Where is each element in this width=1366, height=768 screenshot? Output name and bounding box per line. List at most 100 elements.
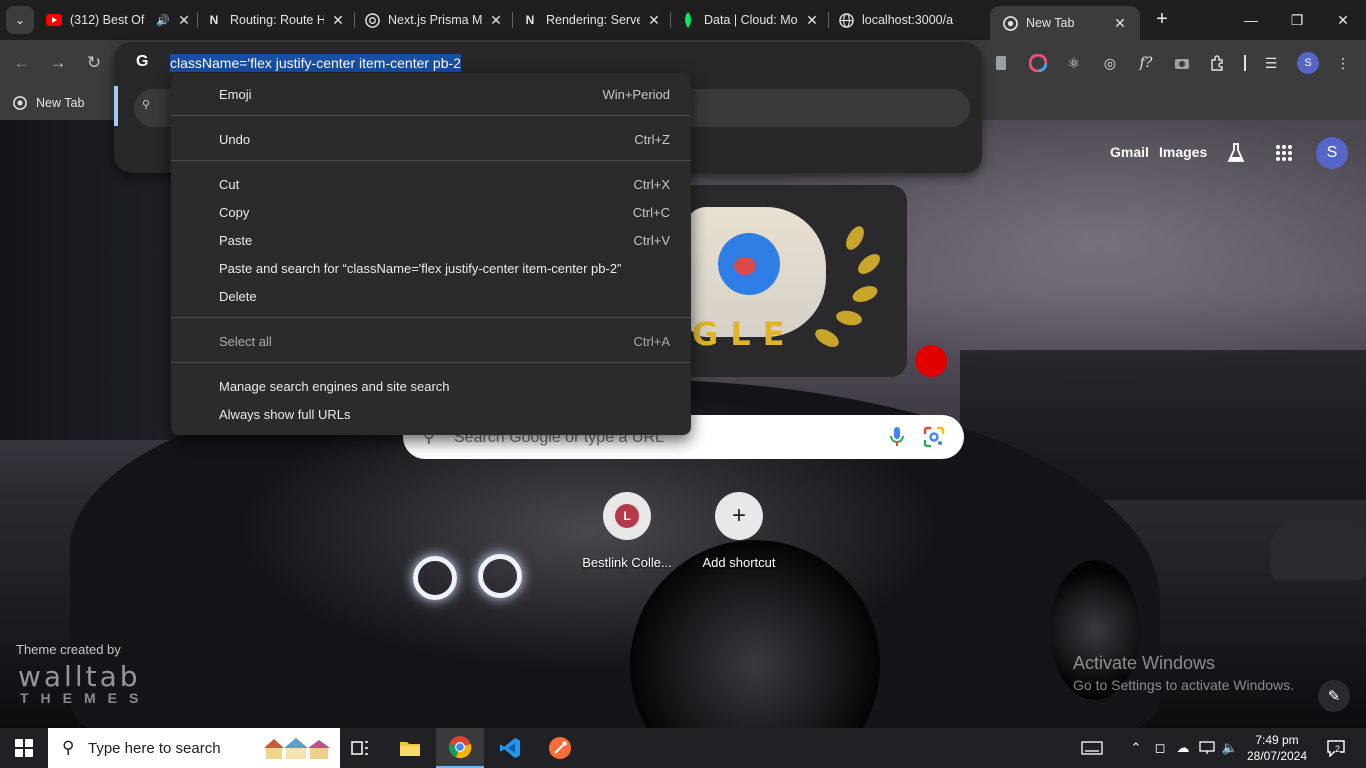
- youtube-icon: [46, 12, 62, 28]
- chrome-icon: [12, 95, 28, 111]
- tab-divider: [670, 12, 671, 28]
- extensions-puzzle-icon[interactable]: [1207, 52, 1229, 74]
- restore-button[interactable]: ❐: [1274, 0, 1320, 40]
- gmail-link[interactable]: Gmail: [1110, 144, 1149, 160]
- volume-icon[interactable]: 🔈: [1220, 738, 1240, 758]
- menu-item-label: Paste: [219, 233, 253, 248]
- menu-item-select-all[interactable]: Select all Ctrl+A: [171, 327, 691, 355]
- globe-icon: [838, 12, 854, 28]
- postman-app[interactable]: [536, 728, 584, 768]
- menu-item-delete[interactable]: Delete: [171, 282, 691, 310]
- shortcut-bestlink[interactable]: L Bestlink Colle...: [571, 492, 683, 570]
- minimize-button[interactable]: —: [1228, 0, 1274, 40]
- meet-now-icon[interactable]: ◻: [1150, 738, 1170, 758]
- add-shortcut-button[interactable]: + Add shortcut: [683, 492, 795, 570]
- menu-item-manage-search-engines[interactable]: Manage search engines and site search: [171, 372, 691, 400]
- chrome-app[interactable]: [436, 728, 484, 768]
- close-tab-icon[interactable]: ✕: [330, 12, 346, 29]
- labs-flask-icon[interactable]: [1220, 137, 1252, 169]
- menu-item-label: Undo: [219, 132, 251, 147]
- media-control-icon[interactable]: ☰: [1260, 52, 1282, 74]
- close-window-button[interactable]: ✕: [1320, 0, 1366, 40]
- menu-item-emoji[interactable]: Emoji Win+Period: [171, 80, 691, 108]
- profile-avatar[interactable]: S: [1297, 52, 1319, 74]
- network-icon[interactable]: [1197, 738, 1217, 758]
- menu-divider: [171, 317, 691, 318]
- leaf: [812, 325, 842, 351]
- audio-icon[interactable]: 🔊: [156, 14, 170, 27]
- tab-routing[interactable]: N Routing: Route H ✕: [206, 6, 346, 34]
- color-picker-extension-icon[interactable]: [1027, 52, 1049, 74]
- target-extension-icon[interactable]: ◎: [1099, 52, 1121, 74]
- menu-item-label: Cut: [219, 177, 240, 192]
- bookmark-new-tab[interactable]: New Tab: [12, 92, 84, 114]
- notifications-button[interactable]: 2: [1322, 738, 1350, 758]
- task-view-button[interactable]: [336, 728, 384, 768]
- theme-logo-sub: THEMES: [20, 690, 151, 706]
- microphone-icon[interactable]: [887, 426, 907, 448]
- vscode-app[interactable]: [486, 728, 534, 768]
- tab-divider: [828, 12, 829, 28]
- menu-item-label: Paste and search for “className='flex ju…: [219, 261, 622, 276]
- menu-item-copy[interactable]: Copy Ctrl+C: [171, 198, 691, 226]
- chevron-down-icon: ⌄: [14, 13, 26, 27]
- close-tab-icon[interactable]: ✕: [804, 12, 820, 29]
- profile-letter: S: [1304, 57, 1312, 69]
- account-avatar[interactable]: S: [1316, 137, 1348, 169]
- windows-logo-icon: [15, 739, 33, 757]
- car-headlight: [413, 556, 457, 600]
- tab-search-button[interactable]: ⌄: [6, 6, 34, 34]
- shortcut-favicon: L: [615, 504, 639, 528]
- tab-strip: ⌄ (312) Best Of 🔊 ✕ N Routing: Route H ✕…: [0, 0, 1366, 40]
- tab-mongodb[interactable]: Data | Cloud: Mo ✕: [680, 6, 820, 34]
- tab-new-tab[interactable]: New Tab ✕: [990, 6, 1140, 40]
- red-dot: [915, 345, 947, 377]
- close-tab-icon[interactable]: ✕: [176, 12, 192, 29]
- menu-item-show-full-urls[interactable]: Always show full URLs: [171, 400, 691, 428]
- bird-belly: [734, 257, 756, 275]
- start-button[interactable]: [0, 728, 48, 768]
- pencil-icon: ✎: [1327, 688, 1341, 705]
- tab-divider: [197, 12, 198, 28]
- close-tab-icon[interactable]: ✕: [1112, 15, 1128, 32]
- theme-logo[interactable]: walltab: [18, 660, 141, 693]
- file-explorer-app[interactable]: [386, 728, 434, 768]
- images-link[interactable]: Images: [1159, 144, 1207, 160]
- chevron-up-icon[interactable]: ⌃: [1126, 738, 1146, 758]
- tab-youtube[interactable]: (312) Best Of 🔊 ✕: [46, 6, 192, 34]
- chrome-icon: [1002, 15, 1018, 31]
- shortcut-label: Bestlink Colle...: [582, 555, 672, 570]
- onedrive-cloud-icon[interactable]: ☁: [1173, 738, 1193, 758]
- menu-item-paste[interactable]: Paste Ctrl+V: [171, 226, 691, 254]
- keyboard-icon[interactable]: [1080, 738, 1104, 758]
- forward-button[interactable]: →: [43, 48, 73, 78]
- reload-icon: ↻: [86, 53, 102, 72]
- taskbar-search[interactable]: ⚲ Type here to search: [48, 728, 340, 768]
- tab-localhost[interactable]: localhost:3000/a ✕: [838, 6, 980, 34]
- new-tab-button[interactable]: +: [1150, 8, 1174, 32]
- kebab-menu-icon[interactable]: ⋮: [1332, 52, 1354, 74]
- customize-button[interactable]: ✎: [1318, 680, 1350, 712]
- tab-rendering[interactable]: N Rendering: Serve ✕: [522, 6, 662, 34]
- nextjs-icon: N: [209, 13, 219, 27]
- camera-extension-icon[interactable]: [1171, 52, 1193, 74]
- omnibox-input[interactable]: className='flex justify-center item-cent…: [170, 54, 461, 72]
- menu-item-label: Copy: [219, 205, 250, 220]
- apps-grid-icon[interactable]: [1268, 137, 1300, 169]
- google-lens-icon[interactable]: [923, 426, 945, 448]
- react-devtools-icon[interactable]: ⚛: [1063, 52, 1085, 74]
- menu-item-label: Always show full URLs: [219, 407, 351, 422]
- reload-button[interactable]: ↻: [79, 48, 109, 78]
- menu-item-paste-and-search[interactable]: Paste and search for “className='flex ju…: [171, 254, 691, 282]
- taskbar-search-placeholder: Type here to search: [88, 740, 221, 757]
- back-button[interactable]: ←: [7, 48, 37, 78]
- font-finder-icon[interactable]: f?: [1135, 52, 1157, 74]
- menu-item-undo[interactable]: Undo Ctrl+Z: [171, 125, 691, 153]
- close-tab-icon[interactable]: ✕: [646, 12, 662, 29]
- close-tab-icon[interactable]: ✕: [488, 12, 504, 29]
- tab-divider: [354, 12, 355, 28]
- document-extension-icon[interactable]: [990, 52, 1012, 74]
- tab-nextjs-prisma[interactable]: Next.js Prisma M ✕: [364, 6, 504, 34]
- system-clock[interactable]: 7:49 pm 28/07/2024: [1246, 732, 1308, 764]
- menu-item-cut[interactable]: Cut Ctrl+X: [171, 170, 691, 198]
